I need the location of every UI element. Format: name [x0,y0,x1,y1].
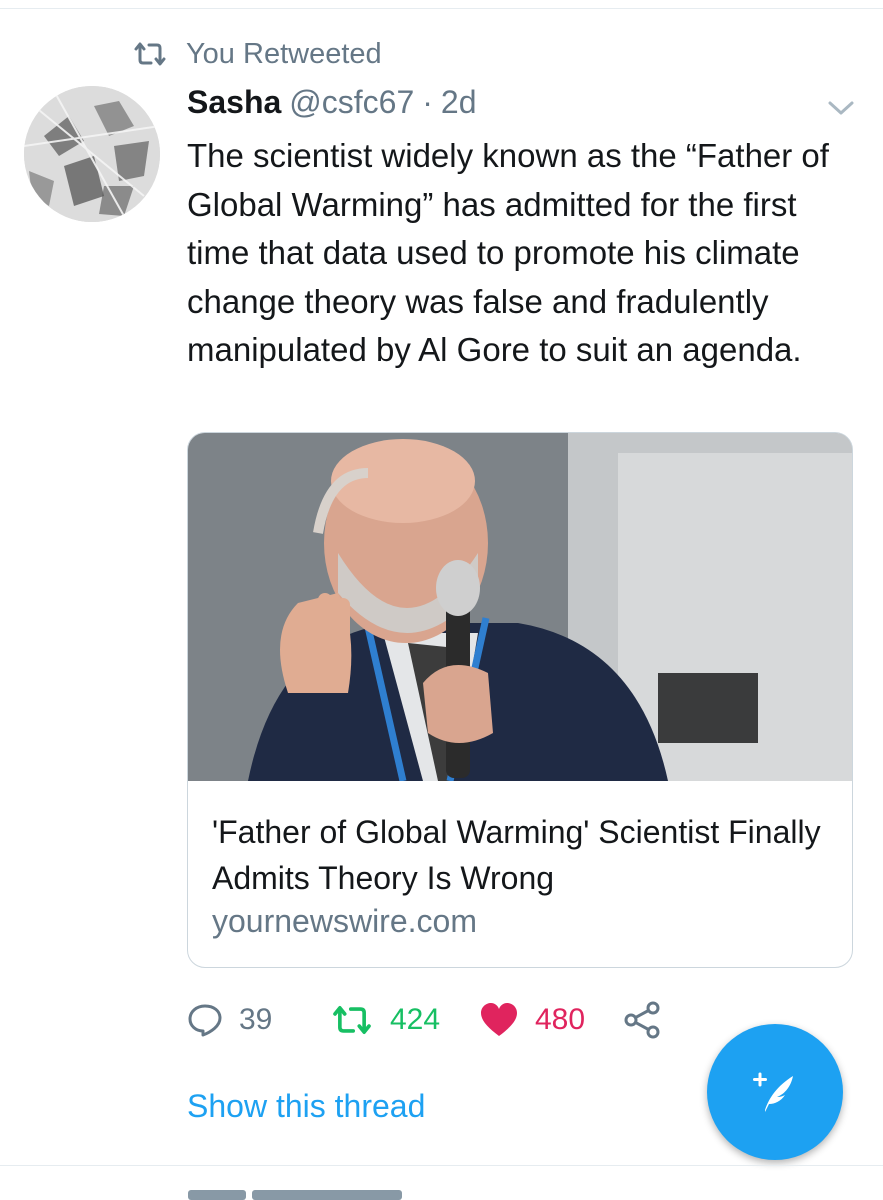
retweet-context-label: You Retweeted [186,37,382,70]
compose-tweet-icon [753,1072,793,1112]
chevron-down-icon[interactable] [826,96,856,120]
tweet-text: The scientist widely known as the “Fathe… [187,137,829,368]
compose-tweet-button[interactable] [707,1024,843,1160]
card-title: 'Father of Global Warming' Scientist Fin… [212,814,821,896]
author-name[interactable]: Sasha [187,84,281,121]
reply-count: 39 [239,1003,273,1036]
share-button[interactable] [623,998,677,1042]
header-separator: · [422,84,433,120]
top-divider [0,8,883,9]
reply-icon [188,1004,222,1037]
tweet-timestamp[interactable]: 2d [441,84,477,121]
like-count: 480 [535,1003,586,1036]
retweet-count: 424 [390,1003,441,1036]
retweet-context: You Retweeted [132,36,382,72]
retweet-icon [333,1006,371,1034]
card-image [188,433,852,781]
tweet-header: Sasha @csfc67 · 2d [187,84,477,124]
share-icon [624,1001,660,1039]
retweet-button[interactable]: 424 [330,998,440,1042]
reply-button[interactable]: 39 [187,998,272,1042]
like-icon [481,1003,517,1036]
next-tweet-context [188,1186,428,1200]
bottom-divider [0,1165,883,1166]
show-thread-link[interactable]: Show this thread [187,1088,425,1125]
author-handle[interactable]: @csfc67 [289,84,414,121]
link-card[interactable]: 'Father of Global Warming' Scientist Fin… [187,432,853,968]
card-domain: yournewswire.com [212,903,477,939]
avatar[interactable] [24,86,160,222]
retweet-icon [134,42,166,66]
like-button[interactable]: 480 [479,998,585,1042]
